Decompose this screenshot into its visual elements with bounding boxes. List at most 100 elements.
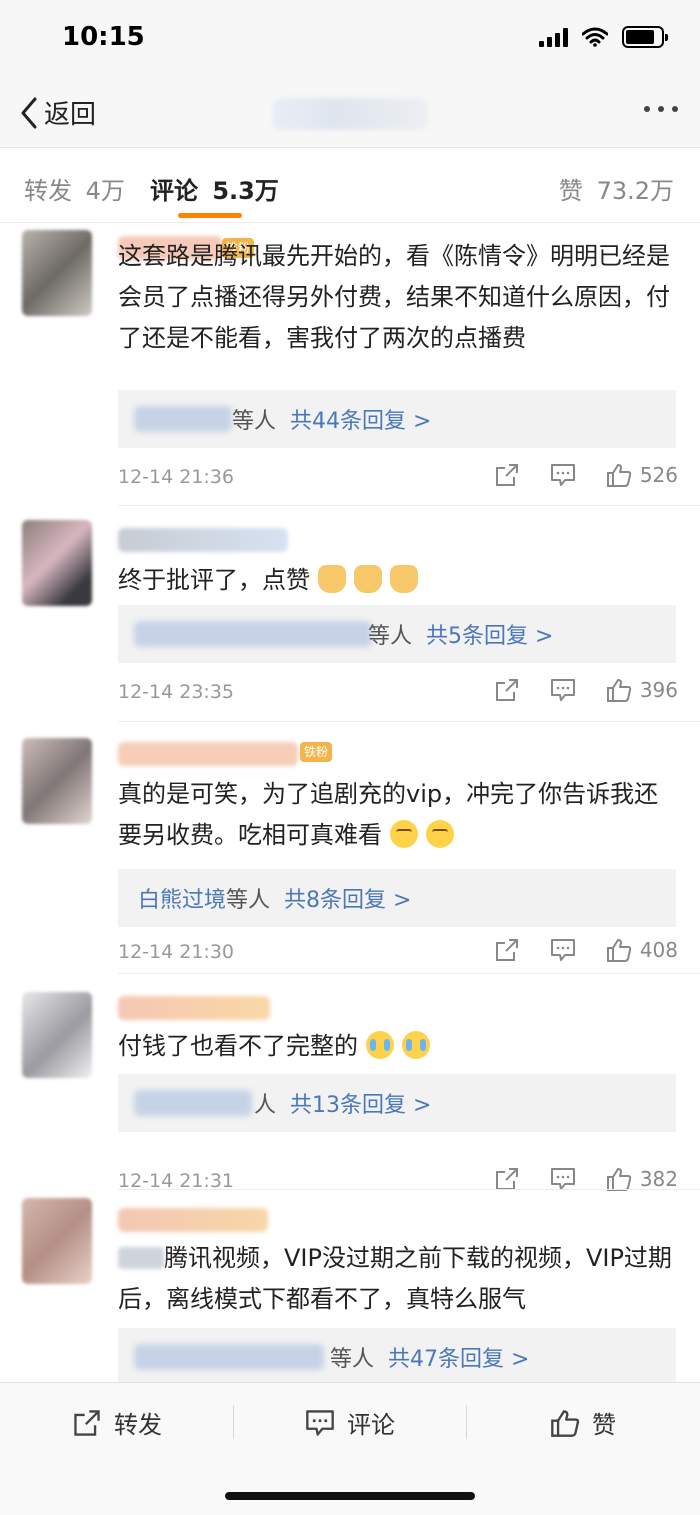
nav-title-redacted xyxy=(272,98,428,130)
bottom-divider xyxy=(466,1405,467,1439)
share-icon xyxy=(74,1409,100,1436)
comment-text: 终于批评了，点赞 xyxy=(118,560,678,601)
like-button[interactable]: 396 xyxy=(606,677,678,703)
thumbs-up-emoji-icon xyxy=(318,565,346,593)
reply-summary: 白熊过境等人 共8条回复 > xyxy=(138,882,411,914)
like-icon xyxy=(551,1409,580,1437)
repost-button[interactable]: 转发 xyxy=(72,1405,162,1440)
username-redacted[interactable] xyxy=(118,996,270,1020)
more-button[interactable] xyxy=(644,106,678,112)
comment-icon xyxy=(550,679,575,701)
like-label: 赞 xyxy=(592,1411,616,1439)
reply-preview[interactable]: 等人 共47条回复 > xyxy=(118,1328,676,1382)
thumbs-up-emoji-icon xyxy=(354,565,382,593)
comment-time: 12-14 21:36 xyxy=(118,466,235,488)
crying-laughing-emoji-icon xyxy=(366,1031,394,1059)
fan-badge: 铁粉 xyxy=(300,742,333,762)
reply-suffix: 人 xyxy=(254,1093,277,1118)
comment-meta: 12-14 21:31 382 xyxy=(118,1166,678,1200)
crying-laughing-emoji-icon xyxy=(402,1031,430,1059)
share-button[interactable] xyxy=(494,677,520,703)
comment-text: 付钱了也看不了完整的 xyxy=(118,1026,678,1067)
avatar[interactable] xyxy=(22,738,92,824)
comment-time: 12-14 23:35 xyxy=(118,681,235,703)
comment-text-content: 腾讯视频，VIP没过期之前下载的视频，VIP过期后，离线模式下都看不了，真特么服… xyxy=(118,1244,672,1313)
like-button[interactable]: 526 xyxy=(606,462,678,488)
share-icon xyxy=(495,464,518,486)
reply-summary: 人共13条回复 > xyxy=(254,1087,431,1119)
like-button[interactable]: 408 xyxy=(606,937,678,963)
comment-text-content: 付钱了也看不了完整的 xyxy=(118,1032,358,1060)
share-button[interactable] xyxy=(494,462,520,488)
reply-button[interactable] xyxy=(550,677,576,703)
share-icon xyxy=(495,939,518,961)
like-count: 382 xyxy=(639,1167,678,1191)
status-icons xyxy=(539,26,668,48)
avatar[interactable] xyxy=(22,1198,92,1284)
reply-preview[interactable]: 人共13条回复 > xyxy=(118,1074,676,1132)
back-button[interactable]: 返回 xyxy=(18,94,96,131)
bottom-divider xyxy=(233,1405,234,1439)
avatar[interactable] xyxy=(22,520,92,606)
reply-preview[interactable]: 等人 共5条回复 > xyxy=(118,605,676,663)
replier-redacted xyxy=(134,406,232,432)
comment-meta: 12-14 21:30 408 xyxy=(118,937,678,971)
reply-suffix: 等人 xyxy=(226,888,271,913)
avatar[interactable] xyxy=(22,992,92,1078)
active-tab-indicator xyxy=(178,213,242,218)
home-indicator[interactable] xyxy=(225,1492,475,1500)
share-icon xyxy=(495,679,518,701)
like-post-button[interactable]: 赞 xyxy=(550,1405,616,1440)
reply-count-link[interactable]: 共5条回复 > xyxy=(426,624,553,649)
username-redacted[interactable] xyxy=(118,528,288,552)
reply-summary: 等人 共47条回复 > xyxy=(330,1341,529,1373)
replier-redacted xyxy=(134,1090,252,1116)
nav-bar: 返回 xyxy=(0,80,700,148)
like-icon xyxy=(606,464,632,487)
comment-divider xyxy=(118,1189,700,1190)
more-icon xyxy=(644,106,650,112)
battery-icon xyxy=(622,26,668,48)
mention-redacted xyxy=(118,1247,164,1269)
tab-repost[interactable]: 转发 4万 xyxy=(24,171,125,206)
share-button[interactable] xyxy=(494,937,520,963)
tab-likes-count: 73.2万 xyxy=(596,177,674,205)
username-redacted[interactable] xyxy=(118,1208,268,1232)
wifi-icon xyxy=(582,27,608,47)
comment-label: 评论 xyxy=(347,1411,395,1439)
reply-count-link[interactable]: 共44条回复 > xyxy=(290,409,431,434)
back-label: 返回 xyxy=(44,100,97,130)
replier-name[interactable]: 白熊过境 xyxy=(138,888,226,913)
comment-divider xyxy=(118,721,700,722)
tab-likes-label: 赞 xyxy=(558,177,583,205)
reply-preview[interactable]: 白熊过境等人 共8条回复 > xyxy=(118,869,676,927)
status-bar: 10:15 xyxy=(0,0,700,80)
comment-time: 12-14 21:30 xyxy=(118,941,235,963)
tab-comment-count: 5.3万 xyxy=(212,177,279,205)
tab-likes[interactable]: 赞 73.2万 xyxy=(559,171,674,206)
reply-suffix: 等人 xyxy=(232,409,277,434)
reply-summary: 等人 共5条回复 > xyxy=(368,618,553,650)
comment-button[interactable]: 评论 xyxy=(305,1405,395,1440)
status-time: 10:15 xyxy=(62,22,145,52)
tab-comment[interactable]: 评论 5.3万 xyxy=(150,171,279,206)
comment-icon xyxy=(550,939,575,961)
comment-icon xyxy=(550,464,575,486)
comment-actions: 526 xyxy=(464,462,678,488)
reply-count-link[interactable]: 共13条回复 > xyxy=(290,1093,431,1118)
reply-suffix: 等人 xyxy=(368,624,413,649)
replier-redacted xyxy=(134,621,372,647)
username-redacted[interactable] xyxy=(118,742,298,766)
comment-text-content: 终于批评了，点赞 xyxy=(118,566,310,594)
reply-button[interactable] xyxy=(550,937,576,963)
thumbs-up-emoji-icon xyxy=(390,565,418,593)
reply-count-link[interactable]: 共47条回复 > xyxy=(388,1347,529,1372)
avatar[interactable] xyxy=(22,230,92,316)
comment-actions: 396 xyxy=(464,677,678,703)
like-count: 396 xyxy=(639,678,678,702)
comment-text: 真的是可笑，为了追剧充的vip，冲完了你告诉我还要另收费。吃相可真难看 xyxy=(118,774,678,856)
tab-repost-label: 转发 xyxy=(24,177,72,205)
reply-preview[interactable]: 等人 共44条回复 > xyxy=(118,390,676,448)
reply-count-link[interactable]: 共8条回复 > xyxy=(284,888,411,913)
reply-button[interactable] xyxy=(550,462,576,488)
